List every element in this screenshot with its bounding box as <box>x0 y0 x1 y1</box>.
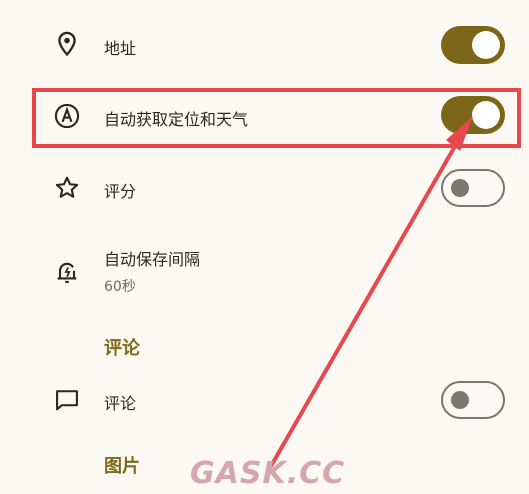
comments-toggle[interactable] <box>441 381 505 419</box>
comment-icon <box>53 386 81 414</box>
star-icon <box>53 174 81 202</box>
address-label: 地址 <box>104 39 137 58</box>
comments-label: 评论 <box>104 394 137 413</box>
toggle-knob <box>451 179 469 197</box>
rating-label: 评分 <box>104 182 137 201</box>
address-toggle[interactable] <box>441 26 505 64</box>
toggle-knob <box>472 31 500 59</box>
autosave-value: 60秒 <box>104 279 136 295</box>
autosave-label: 自动保存间隔 <box>104 250 201 269</box>
setting-row-comments[interactable]: 评论 <box>0 380 529 426</box>
highlight-box <box>32 88 521 148</box>
toggle-knob <box>451 391 469 409</box>
location-pin-icon <box>53 30 81 58</box>
section-title-comments: 评论 <box>104 338 140 359</box>
watermark: GASK.CC <box>190 456 346 491</box>
section-title-images: 图片 <box>104 456 140 477</box>
setting-row-address[interactable]: 地址 <box>0 22 529 68</box>
setting-row-rating[interactable]: 评分 <box>0 166 529 212</box>
setting-row-autosave[interactable]: 自动保存间隔 60秒 <box>0 240 529 300</box>
bell-alert-icon <box>53 258 81 286</box>
rating-toggle[interactable] <box>441 169 505 207</box>
